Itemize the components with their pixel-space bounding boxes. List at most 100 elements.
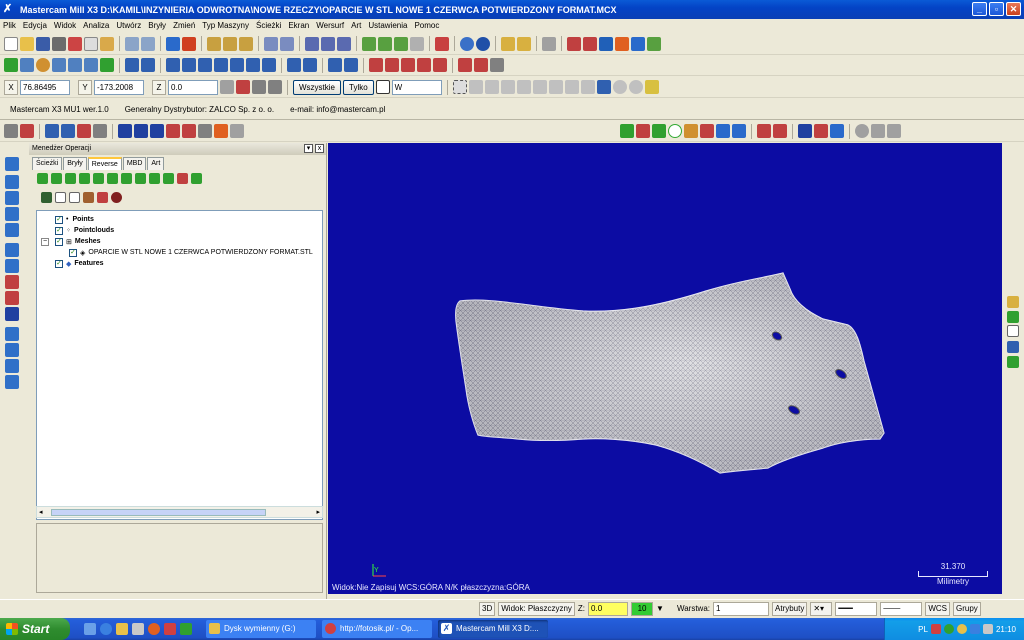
nurbs-icon[interactable] (191, 173, 202, 184)
machine-icon[interactable] (150, 124, 164, 138)
export-icon[interactable] (1007, 356, 1019, 368)
cut-icon[interactable] (68, 36, 82, 51)
smooth-icon[interactable] (107, 173, 118, 184)
menu-analiza[interactable]: Analiza (83, 21, 109, 30)
select-icon[interactable] (4, 124, 18, 138)
draft-icon[interactable] (5, 291, 19, 305)
create-arc-icon[interactable] (652, 124, 666, 138)
visibility-icon[interactable] (97, 192, 108, 203)
level-swatch-icon[interactable] (773, 124, 787, 138)
vector-select-icon[interactable] (500, 80, 515, 94)
flash-icon[interactable] (214, 124, 228, 138)
point-icon[interactable] (4, 58, 18, 72)
menu-typ-maszyny[interactable]: Typ Maszyny (202, 21, 249, 30)
select-only-button[interactable]: Tylko (343, 79, 374, 95)
fit-plane-icon[interactable] (149, 173, 160, 184)
table-icon[interactable] (369, 58, 383, 72)
create-surface-icon[interactable] (716, 124, 730, 138)
isometric-icon[interactable] (410, 36, 424, 51)
print-icon[interactable] (52, 36, 66, 51)
letters-icon[interactable] (401, 58, 415, 72)
tplane-icon[interactable] (321, 36, 335, 51)
ruled-icon[interactable] (5, 343, 19, 357)
explorer-icon[interactable] (116, 623, 128, 635)
settings-icon[interactable] (647, 36, 661, 51)
firefox-icon[interactable] (148, 623, 160, 635)
show-desktop-icon[interactable] (84, 623, 96, 635)
globe-icon[interactable] (460, 36, 474, 51)
unblank-icon[interactable] (871, 124, 885, 138)
wcs-button[interactable]: WCS (925, 601, 951, 616)
trim-icon[interactable] (125, 58, 139, 72)
single-select-icon[interactable] (532, 80, 547, 94)
view-front-icon[interactable] (280, 36, 294, 51)
clear-icon[interactable] (628, 80, 643, 94)
paste-icon[interactable] (100, 36, 114, 51)
create-solid-icon[interactable] (732, 124, 746, 138)
undelete-icon[interactable] (830, 124, 844, 138)
menu-sciezki[interactable]: Ścieżki (256, 21, 281, 30)
menu-utworz[interactable]: Utwórz (116, 21, 141, 30)
task-mastercam[interactable]: ✗ Mastercam Mill X3 D:... (438, 620, 548, 638)
decimate-icon[interactable] (93, 173, 104, 184)
solid-layout-icon[interactable] (5, 307, 19, 321)
color-icon[interactable] (433, 58, 447, 72)
task-browser[interactable]: http://fotosik.pl/ - Op... (322, 620, 432, 638)
tree-horizontal-scrollbar[interactable]: ◂ ▸ (36, 506, 323, 518)
opera-icon[interactable] (164, 623, 176, 635)
z-coord-button[interactable]: Z (152, 79, 166, 95)
toolpath-icon[interactable] (45, 124, 59, 138)
point-style-select[interactable]: ✕▾ (810, 601, 833, 616)
sketch-icon[interactable] (268, 80, 282, 94)
create-fillet-icon[interactable] (684, 124, 698, 138)
tree-item-pointclouds[interactable]: ✓ ⁘ Pointclouds (55, 225, 114, 236)
revolve-icon[interactable] (5, 175, 19, 189)
post-icon[interactable] (93, 124, 107, 138)
verify-select-icon[interactable] (596, 80, 611, 94)
new-file-icon[interactable] (4, 36, 18, 51)
lock-icon[interactable] (166, 124, 180, 138)
language-indicator[interactable]: PL (918, 625, 928, 634)
mesh-model[interactable] (328, 143, 1002, 594)
repaint-icon[interactable] (182, 36, 196, 51)
panel-dropdown-icon[interactable]: ▾ (304, 144, 313, 153)
scroll-thumb[interactable] (51, 509, 266, 516)
checkbox-checked-icon[interactable]: ✓ (55, 259, 63, 268)
y-coord-button[interactable]: Y (78, 79, 92, 95)
close-button[interactable]: ✕ (1006, 2, 1021, 16)
menu-plik[interactable]: Plik (3, 21, 16, 30)
statistics-icon[interactable] (631, 36, 645, 51)
menu-ekran[interactable]: Ekran (288, 21, 309, 30)
surface-icon[interactable] (5, 327, 19, 341)
fit-curve-icon[interactable] (135, 173, 146, 184)
translate-icon[interactable] (198, 58, 212, 72)
body-select-icon[interactable] (580, 80, 595, 94)
menu-edycja[interactable]: Edycja (23, 21, 47, 30)
selection-mode-select[interactable]: W (391, 79, 442, 95)
checkbox-checked-icon[interactable]: ✓ (55, 226, 63, 235)
expand-icon[interactable] (41, 192, 52, 203)
grid-icon[interactable] (385, 58, 399, 72)
tree-item-meshes[interactable]: − ✓ ⊞ Meshes (41, 236, 101, 247)
wcs-icon[interactable] (337, 36, 351, 51)
graphics-viewport[interactable]: Y Widok:Nie Zapisuj WCS:GÓRA N/K płaszcz… (328, 143, 1002, 594)
deselect-icon[interactable] (612, 80, 627, 94)
solid-select-icon[interactable] (548, 80, 563, 94)
delete-icon[interactable] (814, 124, 828, 138)
document-icon[interactable] (1007, 325, 1019, 337)
scroll-right-icon[interactable]: ▸ (316, 508, 320, 516)
array-icon[interactable] (246, 58, 260, 72)
tab-reverse[interactable]: Reverse (87, 157, 122, 170)
x-coord-field[interactable]: 76.86495 (20, 79, 70, 95)
import-cloud-icon[interactable] (51, 173, 62, 184)
done-icon[interactable] (644, 80, 659, 94)
tool-icon[interactable] (134, 124, 148, 138)
face-select-icon[interactable] (564, 80, 579, 94)
window-select-icon[interactable] (452, 80, 467, 94)
cplane-icon[interactable] (305, 36, 319, 51)
drag-icon[interactable] (287, 58, 301, 72)
leaf-icon[interactable] (1007, 311, 1019, 323)
pencil-icon[interactable] (501, 36, 515, 51)
fit-cylinder-icon[interactable] (163, 173, 174, 184)
color-field[interactable]: 10 (631, 601, 654, 616)
